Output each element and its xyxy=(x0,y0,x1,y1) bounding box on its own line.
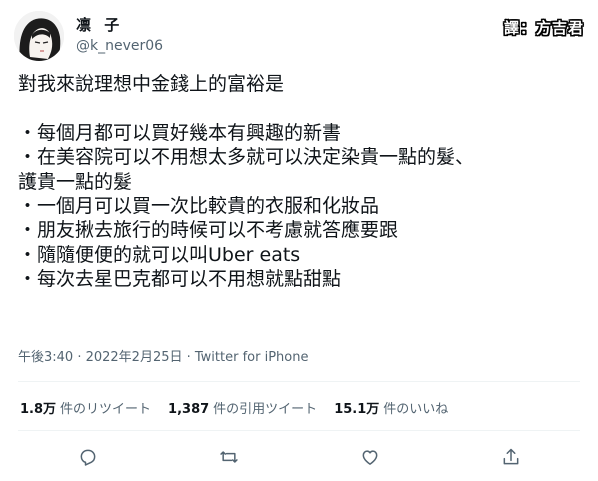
like-button[interactable] xyxy=(356,443,384,471)
retweet-button[interactable] xyxy=(215,443,243,471)
tweet-line: ・隨隨便便的就可以叫Uber eats xyxy=(18,243,301,266)
divider xyxy=(18,430,580,431)
display-name[interactable]: 凛 子 xyxy=(76,14,123,35)
divider xyxy=(18,381,580,382)
retweets-label: 件のリツイート xyxy=(60,402,152,417)
avatar[interactable] xyxy=(14,11,64,61)
retweet-icon xyxy=(220,451,238,463)
quotes-stat[interactable]: 1,387 件の引用ツイート xyxy=(168,398,317,417)
tweet-timestamp[interactable]: 午後3:40 · 2022年2月25日 · Twitter for iPhone xyxy=(18,346,308,365)
reply-icon xyxy=(80,449,96,466)
tweet-line: 對我來說理想中金錢上的富裕是 xyxy=(18,73,285,95)
action-bar xyxy=(0,443,598,471)
share-button[interactable] xyxy=(497,443,525,471)
quotes-label: 件の引用ツイート xyxy=(213,402,318,417)
reply-button[interactable] xyxy=(74,443,102,471)
like-icon xyxy=(362,450,378,465)
tweet-line: ・一個月可以買一次比較貴的衣服和化妝品 xyxy=(18,194,380,217)
tweet-line: ・在美容院可以不用想太多就可以決定染貴一點的髮、 xyxy=(18,146,475,169)
tweet-line: 護貴一點的髮 xyxy=(18,170,133,193)
likes-count: 15.1万 xyxy=(334,402,380,417)
likes-stat[interactable]: 15.1万 件のいいね xyxy=(334,398,448,417)
tweet-line: ・每次去星巴克都可以不用想就點甜點 xyxy=(18,268,342,291)
translator-credit: 譯：方吉君 xyxy=(503,19,584,37)
retweets-count: 1.8万 xyxy=(20,402,57,417)
likes-label: 件のいいね xyxy=(383,402,449,417)
tweet-line: ・每個月都可以買好幾本有興趣的新書 xyxy=(18,121,342,144)
user-handle[interactable]: @k_never06 xyxy=(76,38,163,54)
share-icon xyxy=(503,448,519,465)
tweet-line: ・朋友揪去旅行的時候可以不考慮就答應要跟 xyxy=(18,219,399,242)
retweets-stat[interactable]: 1.8万 件のリツイート xyxy=(20,398,151,417)
tweet-text: 對我來說理想中金錢上的富裕是 ・每個月都可以買好幾本有興趣的新書 ・在美容院可以… xyxy=(18,72,588,292)
engagement-stats: 1.8万 件のリツイート 1,387 件の引用ツイート 15.1万 件のいいね xyxy=(20,398,465,417)
quotes-count: 1,387 xyxy=(168,402,210,417)
